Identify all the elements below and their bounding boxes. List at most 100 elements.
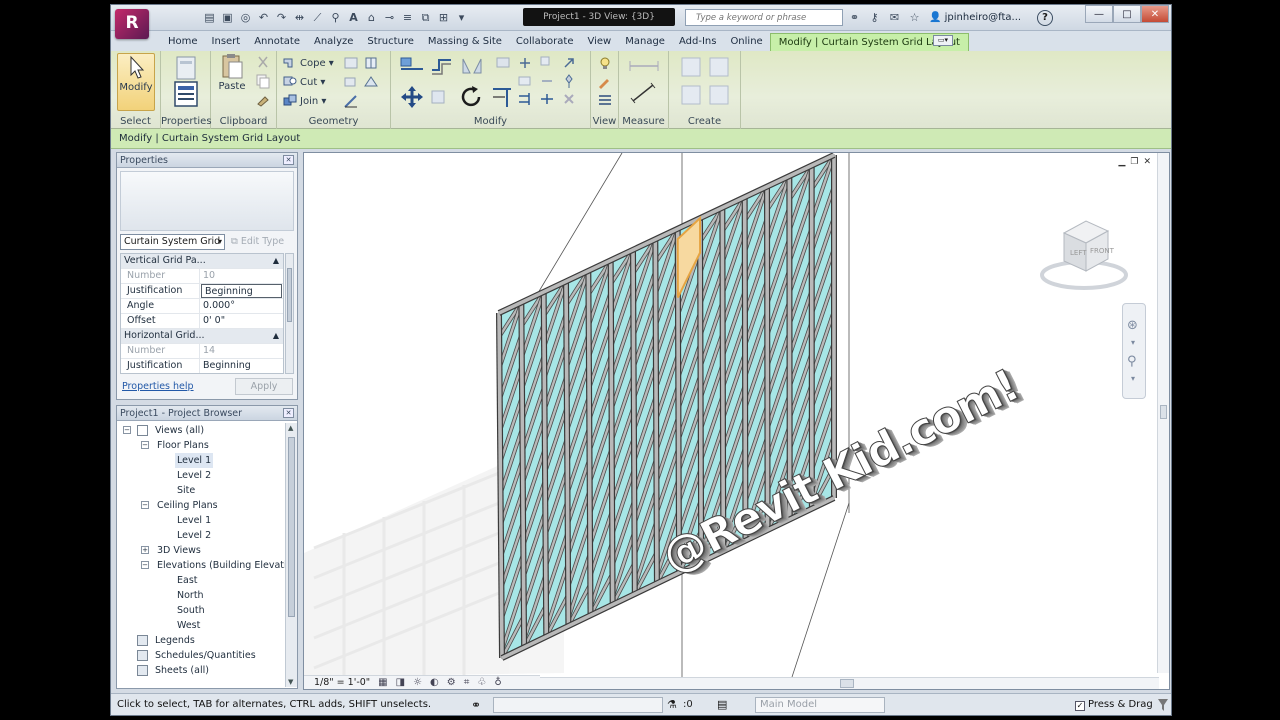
communication-icon[interactable]: ✉ [887, 10, 902, 25]
vertical-mullion-face[interactable] [765, 186, 770, 531]
search-input[interactable] [685, 9, 843, 26]
vertical-mullion-face[interactable] [586, 270, 593, 616]
help-button[interactable]: ? [1037, 10, 1053, 26]
scroll-down-icon[interactable]: ▼ [288, 678, 293, 686]
wall-joins-icon[interactable] [343, 55, 359, 71]
shadows-icon[interactable]: ◐ [430, 676, 439, 689]
viewcube[interactable]: LEFT FRONT [1040, 205, 1140, 305]
paste-button[interactable]: Paste [217, 53, 247, 92]
maximize-button[interactable]: □ [1113, 5, 1141, 23]
steering-wheel-icon[interactable]: ⊛ [1127, 318, 1138, 333]
pin-icon[interactable] [561, 73, 577, 89]
unpin-icon[interactable] [561, 55, 577, 71]
cut-icon[interactable] [255, 55, 271, 71]
properties-help-link[interactable]: Properties help [122, 381, 194, 392]
binoculars-icon[interactable]: ⚭ [847, 10, 862, 25]
filter-icon[interactable] [1157, 698, 1169, 712]
type-selector[interactable]: Curtain System Grid ▾ [120, 234, 225, 250]
properties-scrollbar[interactable] [285, 253, 294, 374]
create-similar-icon[interactable] [707, 83, 731, 107]
aligned-dimension-tool-icon[interactable] [629, 81, 659, 105]
close-icon[interactable]: ✕ [283, 155, 294, 165]
property-value[interactable]: 0.000° [200, 299, 283, 313]
chevron-down-icon[interactable]: ▾ [1131, 338, 1135, 347]
copy-element-icon[interactable] [429, 85, 455, 109]
tree-item[interactable]: Sheets (all) [117, 663, 285, 678]
user-account[interactable]: 👤 jpinheiro@fta... [929, 9, 1021, 26]
design-options-icon[interactable]: ▤ [717, 694, 727, 715]
scroll-up-icon[interactable]: ▲ [288, 424, 293, 432]
ribbon-minimize-toggle[interactable]: ▭▾ [933, 35, 953, 46]
scroll-thumb[interactable] [288, 437, 295, 617]
viewport-horizontal-scrollbar[interactable] [540, 677, 1159, 689]
tab-manage[interactable]: Manage [618, 33, 672, 51]
3d-viewport[interactable]: @Revit Kid.com! ▁ ❐ ✕ LEFT FRONT ⊛ ▾ ⚲ ▾… [303, 152, 1170, 690]
view-scale[interactable]: 1/8" = 1'-0" [314, 676, 370, 689]
apply-button[interactable]: Apply [235, 378, 293, 395]
override-graphics-icon[interactable] [597, 73, 613, 89]
tab-collaborate[interactable]: Collaborate [509, 33, 581, 51]
close-icon[interactable]: ✕ [283, 408, 294, 418]
trim-extend-icon[interactable] [489, 85, 515, 109]
tab-view[interactable]: View [581, 33, 619, 51]
redo-icon[interactable]: ↷ [274, 10, 289, 25]
reveal-hidden-icon[interactable]: ♁ [494, 676, 501, 689]
tree-item[interactable]: Level 1 [117, 453, 285, 468]
collapse-icon[interactable]: − [141, 441, 149, 449]
collapse-icon[interactable]: − [141, 501, 149, 509]
align-icon[interactable] [399, 55, 425, 77]
tab-online[interactable]: Online [723, 33, 769, 51]
vertical-mullion-face[interactable] [608, 260, 615, 605]
curtain-grid[interactable] [496, 153, 837, 661]
press-drag-checkbox[interactable]: ✓ [1075, 701, 1085, 711]
create-group-icon[interactable] [679, 83, 703, 107]
offset-icon[interactable] [429, 55, 455, 77]
delete-icon[interactable] [561, 91, 577, 107]
tree-item[interactable]: − Floor Plans [117, 438, 285, 453]
view-close-icon[interactable]: ✕ [1143, 157, 1151, 167]
vertical-mullion-face[interactable] [653, 239, 659, 584]
tag-icon[interactable]: ⚲ [328, 10, 343, 25]
collapse-icon[interactable]: − [141, 561, 149, 569]
switch-windows-icon[interactable]: ⊞ [436, 10, 451, 25]
paint-icon[interactable] [343, 74, 359, 90]
edit-profile-icon[interactable] [343, 93, 359, 109]
tree-item[interactable]: +3D Views [117, 543, 285, 558]
vertical-mullion-face[interactable] [742, 197, 748, 541]
join-button[interactable]: Join ▾ [283, 93, 326, 109]
sun-path-icon[interactable]: ☼ [413, 676, 422, 689]
tree-item[interactable]: −Elevations (Building Elevation) [117, 558, 285, 573]
tree-item[interactable]: East [117, 573, 285, 588]
close-hidden-icon[interactable]: ⧉ [418, 10, 433, 25]
editing-requests-icon[interactable]: ⚗ [667, 694, 677, 715]
split-element-icon[interactable] [539, 91, 555, 107]
hide-element-icon[interactable]: ♧ [477, 676, 486, 689]
split-gap-icon[interactable] [539, 73, 555, 89]
3d-view-icon[interactable]: ⌂ [364, 10, 379, 25]
press-drag-option[interactable]: ✓ Press & Drag [1075, 694, 1153, 715]
crop-view-icon[interactable]: ⌗ [464, 676, 470, 689]
properties-button[interactable] [167, 81, 205, 109]
close-button[interactable]: ✕ [1141, 5, 1169, 23]
tree-item[interactable]: Site [117, 483, 285, 498]
tree-item[interactable]: Level 2 [117, 528, 285, 543]
linework-icon[interactable] [597, 91, 613, 107]
demolish-icon[interactable] [363, 74, 379, 90]
create-parts-icon[interactable] [707, 55, 731, 79]
tab-massing-site[interactable]: Massing & Site [421, 33, 509, 51]
favorites-star-icon[interactable]: ☆ [907, 10, 922, 25]
thin-lines-icon[interactable]: ≡ [400, 10, 415, 25]
open-icon[interactable]: ▤ [202, 10, 217, 25]
tree-item[interactable]: Level 1 [117, 513, 285, 528]
section-icon[interactable]: ⊸ [382, 10, 397, 25]
split-face-icon[interactable] [363, 55, 379, 71]
trim-multiple-icon[interactable] [517, 91, 533, 107]
create-assembly-icon[interactable] [679, 55, 703, 79]
property-value[interactable]: 0' 0" [200, 314, 283, 328]
chevron-down-icon[interactable]: ▾ [1131, 374, 1135, 383]
copy-icon[interactable] [255, 73, 271, 89]
tab-structure[interactable]: Structure [360, 33, 421, 51]
hide-isolate-icon[interactable] [597, 55, 613, 71]
scroll-thumb[interactable] [287, 268, 292, 322]
property-group-header[interactable]: Vertical Grid Pa... ▲ [121, 254, 283, 269]
